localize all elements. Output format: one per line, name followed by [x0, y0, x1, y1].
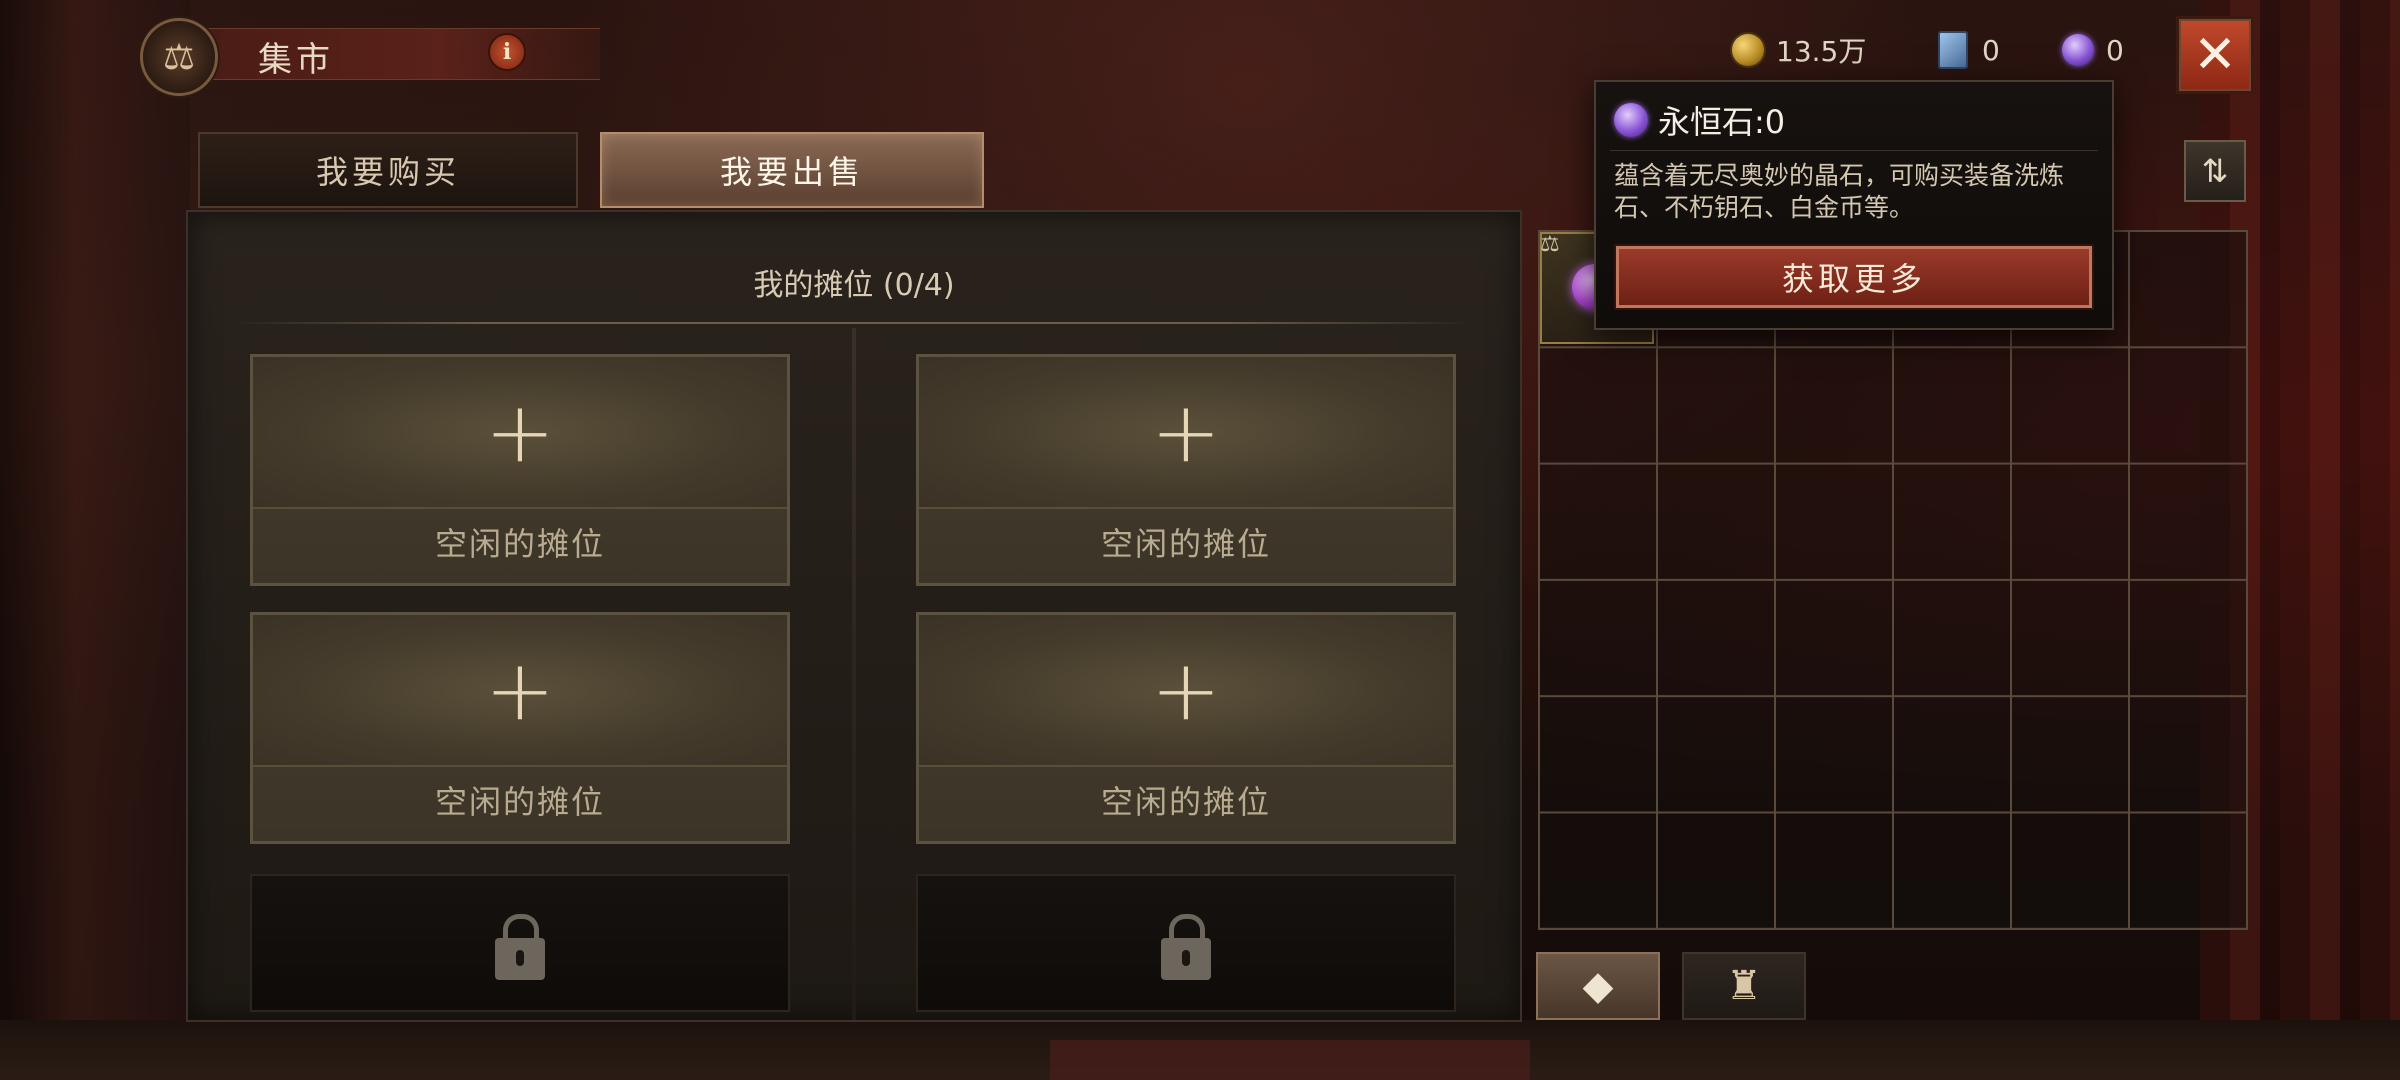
locked-stall-slot-2[interactable]: [916, 874, 1456, 1012]
inventory-tab-bag[interactable]: ♜: [1682, 952, 1806, 1020]
tab-buy[interactable]: 我要购买: [198, 132, 578, 208]
tab-sell[interactable]: 我要出售: [600, 132, 984, 208]
stalls-heading: 我的摊位 (0/4): [753, 268, 955, 303]
currency-card: 0: [1938, 30, 2000, 70]
plus-icon: +: [484, 383, 556, 481]
lock-icon: [1161, 914, 1211, 984]
inventory-panel: [1538, 230, 2248, 930]
lock-icon: [495, 914, 545, 984]
stall-slot-2[interactable]: + 空闲的摊位: [916, 354, 1456, 586]
stall-slot-1[interactable]: + 空闲的摊位: [250, 354, 790, 586]
plus-icon: +: [1150, 383, 1222, 481]
page-title: 集市: [258, 40, 334, 80]
title-bar: ⚖ 集市 i: [140, 18, 620, 96]
currency-eternal-stone[interactable]: 0: [2062, 30, 2124, 70]
eternal-stone-tooltip: 永恒石:0 蕴含着无尽奥妙的晶石，可购买装备洗炼石、不朽钥石、白金币等。 获取更…: [1594, 80, 2114, 330]
tooltip-divider: [1610, 150, 2098, 151]
close-button[interactable]: ✕: [2176, 16, 2254, 94]
gold-coin-icon: [1732, 34, 1764, 66]
purple-gem-icon: [2062, 34, 2094, 66]
sort-icon: ⇅: [2201, 152, 2229, 190]
slot-label: 空闲的摊位: [1100, 525, 1271, 563]
eternal-stone-amount: 0: [2106, 33, 2124, 67]
sort-button[interactable]: ⇅: [2184, 140, 2246, 202]
tooltip-title: 永恒石:0: [1658, 103, 1786, 141]
slot-label: 空闲的摊位: [1100, 783, 1271, 821]
bag-icon: ♜: [1726, 963, 1762, 1009]
currency-gold: 13.5万: [1732, 30, 1866, 70]
close-icon: ✕: [2193, 25, 2237, 85]
tooltip-header: 永恒石:0: [1614, 98, 1785, 142]
stall-slot-3[interactable]: + 空闲的摊位: [250, 612, 790, 844]
rug-decoration: [1050, 1040, 1530, 1080]
purple-gem-icon: [1614, 103, 1648, 137]
locked-stall-slot-1[interactable]: [250, 874, 790, 1012]
center-divider: [852, 328, 856, 1020]
blue-card-icon: [1938, 31, 1968, 69]
slot-label: 空闲的摊位: [434, 783, 605, 821]
plus-icon: +: [1150, 641, 1222, 739]
slot-label: 空闲的摊位: [434, 525, 605, 563]
gold-amount: 13.5万: [1776, 35, 1867, 68]
scales-icon: ⚖: [140, 18, 218, 96]
info-icon[interactable]: i: [488, 33, 526, 71]
get-more-button[interactable]: 获取更多: [1616, 246, 2092, 308]
stall-slot-4[interactable]: + 空闲的摊位: [916, 612, 1456, 844]
scales-small-icon: ⚖: [1540, 232, 1560, 257]
plus-icon: +: [484, 641, 556, 739]
tooltip-description: 蕴含着无尽奥妙的晶石，可购买装备洗炼石、不朽钥石、白金币等。: [1614, 161, 2065, 222]
left-curtain-decoration: [0, 0, 190, 1080]
my-stalls-panel: 我的摊位 (0/4) + 空闲的摊位 + 空闲的摊位 + 空闲的摊位 + 空闲的…: [186, 210, 1522, 1022]
card-amount: 0: [1982, 33, 2000, 67]
heading-divider: [232, 322, 1476, 324]
gems-icon: ◆: [1582, 963, 1614, 1009]
inventory-tab-gems[interactable]: ◆: [1536, 952, 1660, 1020]
